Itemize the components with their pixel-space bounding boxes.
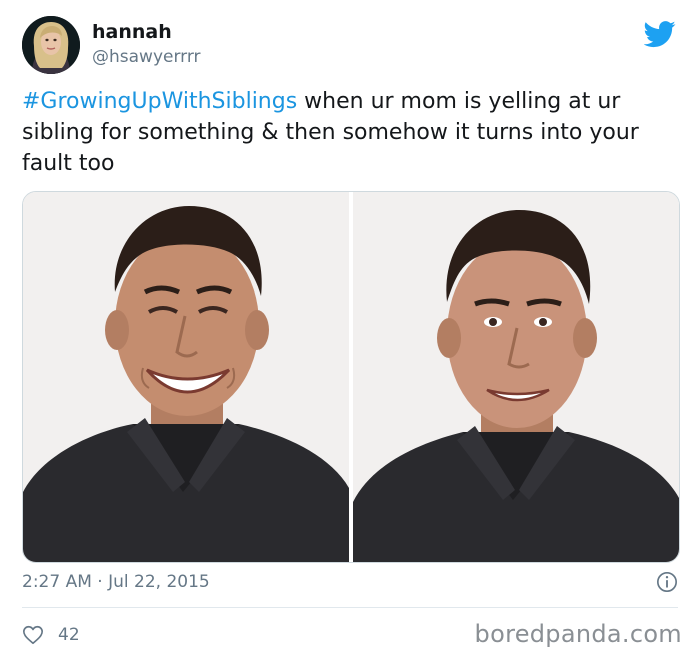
photo-right[interactable] — [353, 192, 679, 562]
info-icon[interactable] — [656, 571, 678, 593]
footer-divider — [22, 607, 678, 608]
user-handle[interactable]: @hsawyerrrr — [92, 46, 201, 68]
avatar-photo-icon — [22, 16, 80, 74]
tweet-card: hannah @hsawyerrrr #GrowingUpWithSibling… — [0, 0, 700, 663]
heart-icon — [23, 625, 43, 645]
watermark: boredpanda.com — [474, 620, 682, 648]
tweet-header: hannah @hsawyerrrr — [22, 14, 678, 78]
twitter-bird-icon[interactable] — [644, 18, 676, 50]
like-button[interactable]: 42 — [22, 622, 80, 648]
hashtag-link[interactable]: #GrowingUpWithSiblings — [22, 89, 297, 114]
smiling-man-photo-icon — [23, 192, 349, 562]
tweet-timestamp[interactable]: 2:27 AM · Jul 22, 2015 — [22, 570, 210, 594]
display-name[interactable]: hannah — [92, 20, 201, 44]
smiling-man-photo-icon — [353, 192, 679, 562]
user-meta: hannah @hsawyerrrr — [92, 20, 201, 68]
photo-left[interactable] — [23, 192, 349, 562]
like-count: 42 — [58, 625, 80, 645]
tweet-media — [22, 191, 680, 563]
avatar[interactable] — [22, 16, 80, 74]
tweet-text: #GrowingUpWithSiblings when ur mom is ye… — [22, 86, 682, 179]
